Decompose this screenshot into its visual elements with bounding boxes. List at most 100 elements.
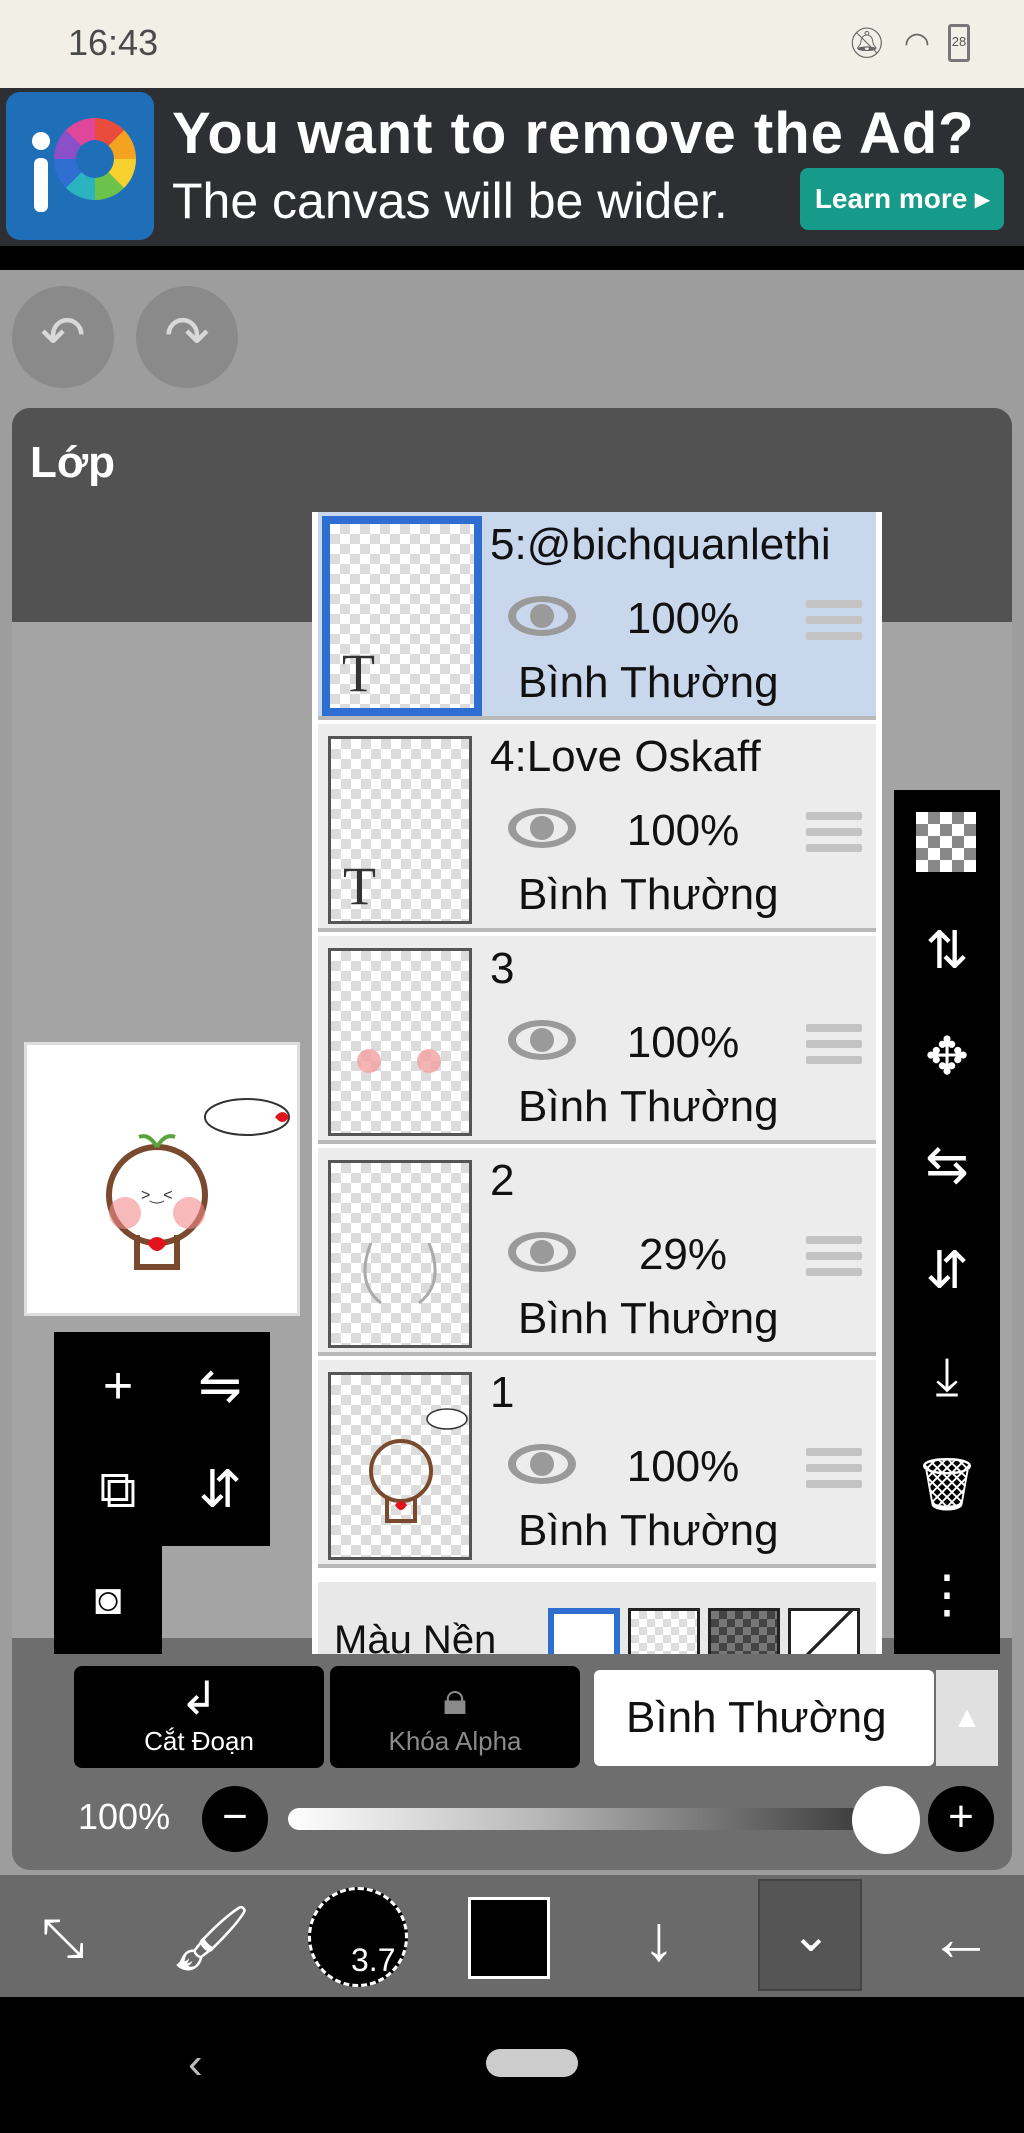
layer-row-4[interactable]: T 4:Love Oskaff 100% Bình Thường <box>318 724 876 932</box>
opacity-minus-button[interactable]: − <box>202 1786 268 1852</box>
flip-vertical-icon[interactable]: ⇵ <box>180 1450 260 1530</box>
layer-blend-mode: Bình Thường <box>518 1294 779 1343</box>
layer-name: 5:@bichquanlethi <box>490 520 831 569</box>
status-bar: 16:43 🔕︎ ◠ 28 <box>0 0 1024 88</box>
redo-icon[interactable]: ↷ <box>136 286 238 388</box>
layer-blend-mode: Bình Thường <box>518 1506 779 1555</box>
drag-handle-icon[interactable] <box>806 1448 862 1492</box>
more-icon[interactable]: ⋮ <box>912 1560 982 1630</box>
clipping-button[interactable]: ↲ Cắt Đoạn <box>74 1666 324 1768</box>
drag-handle-icon[interactable] <box>806 1024 862 1068</box>
drag-handle-icon[interactable] <box>806 1236 862 1280</box>
duplicate-layer-icon[interactable]: ⧉ <box>78 1450 158 1530</box>
layer-blend-mode: Bình Thường <box>518 870 779 919</box>
svg-text:>‿<: >‿< <box>141 1187 173 1204</box>
background-label: Màu Nền <box>334 1618 497 1654</box>
ad-subtitle: The canvas will be wider. <box>172 173 728 229</box>
system-navigation-bar: ‹ <box>0 1997 1024 2133</box>
layer-opacity: 100% <box>626 1018 740 1067</box>
bg-white-swatch[interactable] <box>548 1608 620 1654</box>
layer-list: T 5:@bichquanlethi 100% Bình Thường T 4:… <box>312 512 882 1654</box>
brush-size-button[interactable]: 3.7 <box>308 1887 408 1987</box>
drag-handle-icon[interactable] <box>806 600 862 644</box>
swap-layer-icon[interactable]: ⇅ <box>912 916 982 986</box>
layer-row-1[interactable]: 1 100% Bình Thường <box>318 1360 876 1568</box>
flip-horizontal-icon[interactable]: ⇋ <box>180 1346 260 1426</box>
layer-thumbnail: T <box>322 516 482 716</box>
flip-horizontal-icon[interactable]: ⇆ <box>912 1130 982 1200</box>
layer-row-5[interactable]: T 5:@bichquanlethi 100% Bình Thường <box>318 512 876 720</box>
blend-mode-select[interactable]: Bình Thường <box>594 1670 934 1766</box>
opacity-plus-button[interactable]: + <box>928 1786 994 1852</box>
alpha-lock-button[interactable]: 🔒︎ Khóa Alpha <box>330 1666 580 1768</box>
layer-actions-bar: ⇅ ✥ ⇆ ⇵ ⤓ 🗑︎ ⋮ <box>894 790 1000 1654</box>
layers-toggle-button[interactable]: ⌄ <box>758 1879 862 1991</box>
transform-tool-icon[interactable]: ⤡ <box>18 1893 108 1983</box>
chevron-up-icon[interactable]: ▲ <box>936 1670 998 1766</box>
visibility-eye-icon[interactable] <box>506 1018 578 1062</box>
undo-icon[interactable]: ↶ <box>12 286 114 388</box>
alpha-lock-label: Khóa Alpha <box>388 1726 522 1756</box>
learn-more-button[interactable]: Learn more ▸ <box>800 168 1004 230</box>
layer-name: 3 <box>490 944 515 993</box>
visibility-eye-icon[interactable] <box>506 594 578 638</box>
bg-dark-checker-swatch[interactable] <box>708 1608 780 1654</box>
bg-none-swatch[interactable] <box>788 1608 860 1654</box>
layer-name: 4:Love Oskaff <box>490 732 761 781</box>
layer-opacity: 100% <box>626 594 740 643</box>
drag-handle-icon[interactable] <box>806 812 862 856</box>
panel-title: Lớp <box>30 438 116 487</box>
clipping-label: Cắt Đoạn <box>144 1726 254 1756</box>
clip-arrow-icon: ↲ <box>179 1672 219 1724</box>
wifi-icon: ◠ <box>903 26 930 60</box>
brush-size-value: 3.7 <box>351 1942 396 1978</box>
nav-back-icon[interactable]: ‹ <box>188 2039 203 2089</box>
layer-blend-mode: Bình Thường <box>518 1082 779 1131</box>
mute-icon: 🔕︎ <box>847 26 886 60</box>
layer-row-3[interactable]: 3 100% Bình Thường <box>318 936 876 1144</box>
layer-opacity: 100% <box>626 1442 740 1491</box>
brush-icon[interactable]: 🖌︎ <box>166 1893 256 1983</box>
layer-blend-mode: Bình Thường <box>518 658 779 707</box>
back-arrow-icon[interactable]: ← <box>916 1893 1006 1983</box>
layer-name: 1 <box>490 1368 515 1417</box>
add-layer-icon[interactable]: + <box>78 1346 158 1426</box>
color-swatch[interactable] <box>468 1897 550 1979</box>
layer-row-2[interactable]: 2 29% Bình Thường <box>318 1148 876 1356</box>
layer-thumbnail <box>328 948 472 1136</box>
app-logo-icon <box>6 92 154 240</box>
layer-thumbnail <box>328 1160 472 1348</box>
checker-icon[interactable] <box>916 812 976 872</box>
double-chevron-down-icon: ⌄ <box>790 1909 832 1962</box>
nav-home-pill[interactable] <box>486 2049 578 2077</box>
canvas-preview[interactable]: >‿< <box>24 1042 300 1316</box>
opacity-slider-thumb[interactable] <box>852 1786 920 1854</box>
status-icons: 🔕︎ ◠ 28 <box>848 24 970 62</box>
layer-opacity: 100% <box>626 806 740 855</box>
layer-name: 2 <box>490 1156 515 1205</box>
layer-opacity: 29% <box>638 1230 728 1279</box>
visibility-eye-icon[interactable] <box>506 1442 578 1486</box>
flip-vertical-icon[interactable]: ⇵ <box>912 1236 982 1306</box>
visibility-eye-icon[interactable] <box>506 1230 578 1274</box>
status-time: 16:43 <box>68 22 159 63</box>
merge-down-icon[interactable]: ⤓ <box>912 1342 982 1412</box>
opacity-slider[interactable] <box>288 1808 888 1830</box>
layer-thumbnail: T <box>328 736 472 924</box>
bg-checker-swatch[interactable] <box>628 1608 700 1654</box>
arrow-down-icon[interactable]: ↓ <box>614 1893 704 1983</box>
ad-title: You want to remove the Ad? <box>172 101 975 166</box>
battery-icon: 28 <box>948 24 970 62</box>
trash-icon[interactable]: 🗑︎ <box>912 1450 982 1520</box>
camera-icon[interactable]: ◙ <box>68 1560 148 1640</box>
layer-tool-box: + ⇋ ⧉ ⇵ <box>54 1332 270 1546</box>
move-icon[interactable]: ✥ <box>912 1022 982 1092</box>
alpha-lock-icon: 🔒︎ <box>442 1672 468 1724</box>
bottom-toolbar: ⤡ 🖌︎ 3.7 ↓ ⌄ ← <box>0 1875 1024 1997</box>
camera-tool-box: ◙ <box>54 1546 162 1654</box>
background-row: Màu Nền <box>318 1582 876 1654</box>
visibility-eye-icon[interactable] <box>506 806 578 850</box>
opacity-label: 100% <box>78 1796 171 1837</box>
layer-thumbnail <box>328 1372 472 1560</box>
ad-banner[interactable]: You want to remove the Ad? The canvas wi… <box>0 88 1024 246</box>
